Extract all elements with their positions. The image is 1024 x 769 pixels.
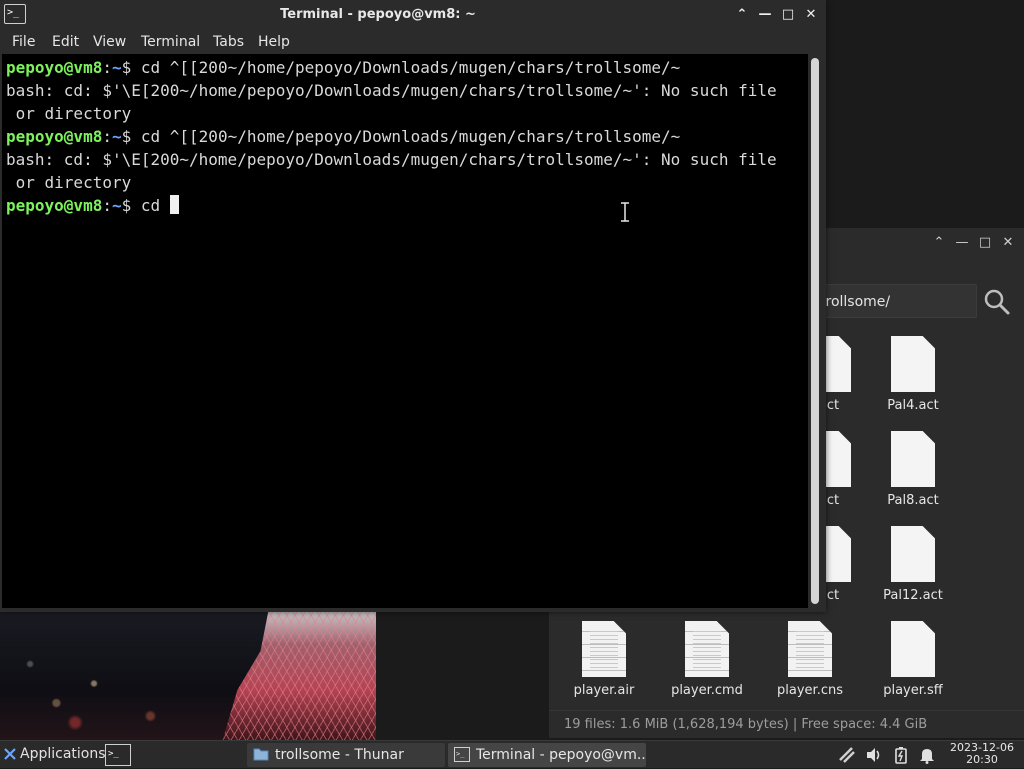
menu-view[interactable]: View [93,30,126,54]
file-name: Pal4.act [887,398,939,413]
search-icon[interactable] [983,288,1011,316]
prompt-symbol: $ [121,58,141,77]
thunar-minimize-icon[interactable]: — [953,234,971,252]
prompt-symbol: $ [121,127,141,146]
scrollbar-thumb[interactable] [811,58,819,604]
task-thunar[interactable]: trollsome - Thunar [247,743,445,767]
prompt-user: pepoyo@vm8 [6,58,103,77]
battery-icon[interactable] [892,746,910,764]
file-item[interactable]: Pal12.act [863,526,963,603]
command-text: cd ^[[200~/home/pepoyo/Downloads/mugen/c… [140,127,681,146]
file-icon [891,336,935,392]
clock[interactable]: 2023-12-06 20:30 [950,742,1014,766]
file-name: player.cmd [671,683,743,698]
menu-edit[interactable]: Edit [52,30,79,54]
terminal-titlebar[interactable]: >_ Terminal - pepoyo@vm8: ~ ⌃ — □ ✕ [0,0,826,30]
terminal-window[interactable]: >_ Terminal - pepoyo@vm8: ~ ⌃ — □ ✕ File… [0,0,826,612]
prompt-separator: : [102,127,112,146]
file-item[interactable]: player.cmd [657,621,757,698]
file-icon [891,621,935,677]
window-title: Terminal - pepoyo@vm8: ~ [280,7,476,22]
menu-terminal[interactable]: Terminal [141,30,200,54]
file-item[interactable]: Pal4.act [863,336,963,413]
file-name: Pal12.act [883,588,943,603]
desktop-wallpaper [0,612,376,742]
text-file-icon [788,621,832,677]
output-line: bash: cd: $'\E[200~/home/pepoyo/Download… [6,150,777,169]
launcher-terminal-icon[interactable]: >_ [105,744,131,766]
task-label: Terminal - pepoyo@vm... [476,747,646,763]
file-icon [891,431,935,487]
file-item[interactable]: Pal8.act [863,431,963,508]
text-file-icon [582,621,626,677]
prompt-path: ~ [111,58,122,77]
command-text: cd [140,196,170,215]
text-file-icon [685,621,729,677]
notification-bell-icon[interactable] [918,746,936,764]
folder-icon [253,748,269,761]
shade-icon[interactable]: ⌃ [733,6,751,24]
command-text: cd ^[[200~/home/pepoyo/Downloads/mugen/c… [140,58,681,77]
text-cursor-icon [621,202,629,222]
volume-icon[interactable] [865,746,883,764]
file-item[interactable]: player.sff [863,621,963,698]
menu-tabs[interactable]: Tabs [213,30,244,54]
task-label: trollsome - Thunar [275,747,404,763]
terminal-icon: >_ [454,747,470,762]
file-item[interactable]: player.air [554,621,654,698]
file-icon [891,526,935,582]
file-name: player.sff [883,683,943,698]
thunar-maximize-icon[interactable]: □ [976,234,994,252]
file-name: player.cns [777,683,843,698]
network-icon[interactable] [838,746,856,764]
prompt-separator: : [102,196,112,215]
prompt-user: pepoyo@vm8 [6,196,103,215]
output-line: bash: cd: $'\E[200~/home/pepoyo/Download… [6,81,777,100]
prompt-symbol: $ [121,196,141,215]
thunar-shade-icon[interactable]: ⌃ [930,234,948,252]
terminal-output[interactable]: pepoyo@vm8:~$ cd ^[[200~/home/pepoyo/Dow… [2,54,808,608]
taskbar: Applications >_ trollsome - Thunar >_ Te… [0,740,1024,768]
prompt-line: pepoyo@vm8:~$ cd [6,194,808,217]
prompt-path: ~ [111,127,122,146]
thunar-close-icon[interactable]: ✕ [999,234,1017,252]
task-terminal[interactable]: >_ Terminal - pepoyo@vm... [448,743,646,767]
prompt-separator: : [102,58,112,77]
maximize-icon[interactable]: □ [779,6,797,24]
menu-help[interactable]: Help [258,30,290,54]
prompt-line: pepoyo@vm8:~$ cd ^[[200~/home/pepoyo/Dow… [6,56,808,79]
terminal-cursor [169,195,179,214]
file-name: Pal8.act [887,493,939,508]
output-line: or directory [6,173,132,192]
menu-file[interactable]: File [12,30,35,54]
clock-time: 20:30 [966,753,998,766]
prompt-line: pepoyo@vm8:~$ cd ^[[200~/home/pepoyo/Dow… [6,125,808,148]
applications-menu-button[interactable]: Applications [20,741,106,769]
minimize-icon[interactable]: — [756,6,774,24]
applications-menu-icon[interactable] [3,747,17,761]
eiffel-tower-image [222,612,376,742]
output-line: or directory [6,104,132,123]
file-item[interactable]: player.cns [760,621,860,698]
menu-bar: File Edit View Terminal Tabs Help [0,30,826,54]
scrollbar[interactable] [808,54,824,608]
prompt-path: ~ [111,196,122,215]
prompt-user: pepoyo@vm8 [6,127,103,146]
close-icon[interactable]: ✕ [802,6,820,24]
file-name: player.air [573,683,635,698]
location-bar[interactable]: trollsome/ [811,284,977,318]
status-bar: 19 files: 1.6 MiB (1,628,194 bytes) | Fr… [549,710,1024,738]
